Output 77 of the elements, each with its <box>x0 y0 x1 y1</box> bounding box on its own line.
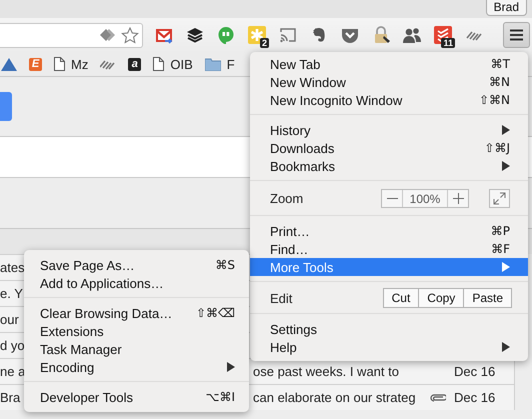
menu-item[interactable]: New Tab ⌘T <box>250 55 528 73</box>
expand-arrows-icon <box>493 192 506 205</box>
people-icon <box>402 26 420 44</box>
star-icon[interactable] <box>121 26 139 44</box>
submenu-arrow-icon <box>502 342 510 352</box>
folder-icon <box>204 58 221 70</box>
menu-item[interactable]: Task Manager <box>24 340 249 358</box>
zoom-in-button[interactable] <box>448 190 468 207</box>
chat-bubble-icon <box>216 26 234 44</box>
message-text: Bra <box>0 390 20 405</box>
triangle-icon[interactable] <box>1 58 17 70</box>
asterisk-icon <box>248 26 266 44</box>
menu-item[interactable]: Save Page As… ⌘S <box>24 256 249 274</box>
asterisk-button[interactable]: 2 <box>241 22 272 48</box>
diamond-icon[interactable] <box>99 29 117 41</box>
shortcut-label: ⌥⌘I <box>206 390 235 404</box>
message-text: ates <box>0 260 25 275</box>
mail-icon <box>154 26 172 44</box>
stack-icon <box>186 26 204 44</box>
chevron-shield-icon <box>340 26 358 44</box>
submenu-arrow-icon <box>502 262 510 272</box>
menu-item[interactable]: Print… ⌘P <box>250 222 528 240</box>
bookmark-item[interactable]: Mz <box>54 56 88 72</box>
submenu-arrow-icon <box>502 125 510 135</box>
message-text: e. Y <box>0 286 23 301</box>
shortcut-label: ⌘T <box>490 57 510 71</box>
menu-item[interactable]: Add to Applications… <box>24 274 249 292</box>
profile-button[interactable]: Brad <box>486 0 527 16</box>
page-icon <box>153 57 164 71</box>
count-badge: 11 <box>441 38 455 48</box>
shortcut-label: ⌘N <box>489 75 510 89</box>
message-text: d yo <box>0 338 25 353</box>
edit-button[interactable]: Copy <box>418 289 464 307</box>
shortcut-label: ⌘F <box>491 242 510 256</box>
checklist-button[interactable]: 11 <box>427 22 458 48</box>
fullscreen-button[interactable] <box>489 189 510 208</box>
date-label: Dec 16 <box>454 364 496 379</box>
count-badge: 2 <box>260 38 269 48</box>
edit-button[interactable]: Paste <box>463 289 511 307</box>
menu-item[interactable]: Extensions <box>24 322 249 340</box>
shortcut-label: ⇧⌘N <box>478 93 510 107</box>
menu-item[interactable]: New Incognito Window ⇧⌘N <box>250 91 528 109</box>
menu-item[interactable]: Bookmarks <box>250 157 528 175</box>
shortcut-label: ⌘P <box>490 224 510 238</box>
shortcut-label: ⇧⌘J <box>484 141 510 155</box>
menu-button[interactable] <box>503 22 530 48</box>
zoom-out-button[interactable] <box>382 190 402 207</box>
menu-item[interactable]: Help <box>250 338 528 356</box>
zoom-level: 100% <box>402 190 448 207</box>
edit-button[interactable]: Cut <box>384 289 418 307</box>
menu-item[interactable]: Find… ⌘F <box>250 240 528 258</box>
bookmark-item[interactable]: OIB <box>153 56 193 72</box>
message-snippet: ose past weeks. I want to <box>252 364 400 379</box>
menu-label: Zoom <box>270 191 304 206</box>
message-text: our <box>0 312 19 327</box>
menu-label: Edit <box>270 290 292 306</box>
message-snippet: can elaborate on our strateg <box>252 390 417 405</box>
shortcut-label: ⌘S <box>215 258 235 272</box>
menu-item[interactable]: History <box>250 121 528 139</box>
menu-icon <box>510 29 523 41</box>
menu-item[interactable]: Downloads ⇧⌘J <box>250 139 528 157</box>
menu-item[interactable]: More Tools <box>250 258 528 276</box>
menu-item[interactable]: Encoding <box>24 358 249 376</box>
shortcut-label: ⇧⌘⌫ <box>196 306 235 320</box>
bookmark-logo[interactable]: a <box>128 58 142 70</box>
cast-icon <box>278 26 296 44</box>
page-icon <box>54 57 65 71</box>
submenu-arrow-icon <box>502 161 510 171</box>
bookmark-item[interactable]: F <box>204 56 235 72</box>
address-field[interactable] <box>0 22 143 48</box>
plus-icon <box>452 193 464 204</box>
menu-item[interactable]: Settings <box>250 320 528 338</box>
menu-item[interactable]: Clear Browsing Data… ⇧⌘⌫ <box>24 304 249 322</box>
submenu-arrow-icon <box>227 362 235 372</box>
date-label: Dec 16 <box>454 390 496 405</box>
menu-item[interactable]: New Window ⌘N <box>250 73 528 91</box>
menu-item[interactable]: Developer Tools ⌥⌘I <box>24 388 249 406</box>
